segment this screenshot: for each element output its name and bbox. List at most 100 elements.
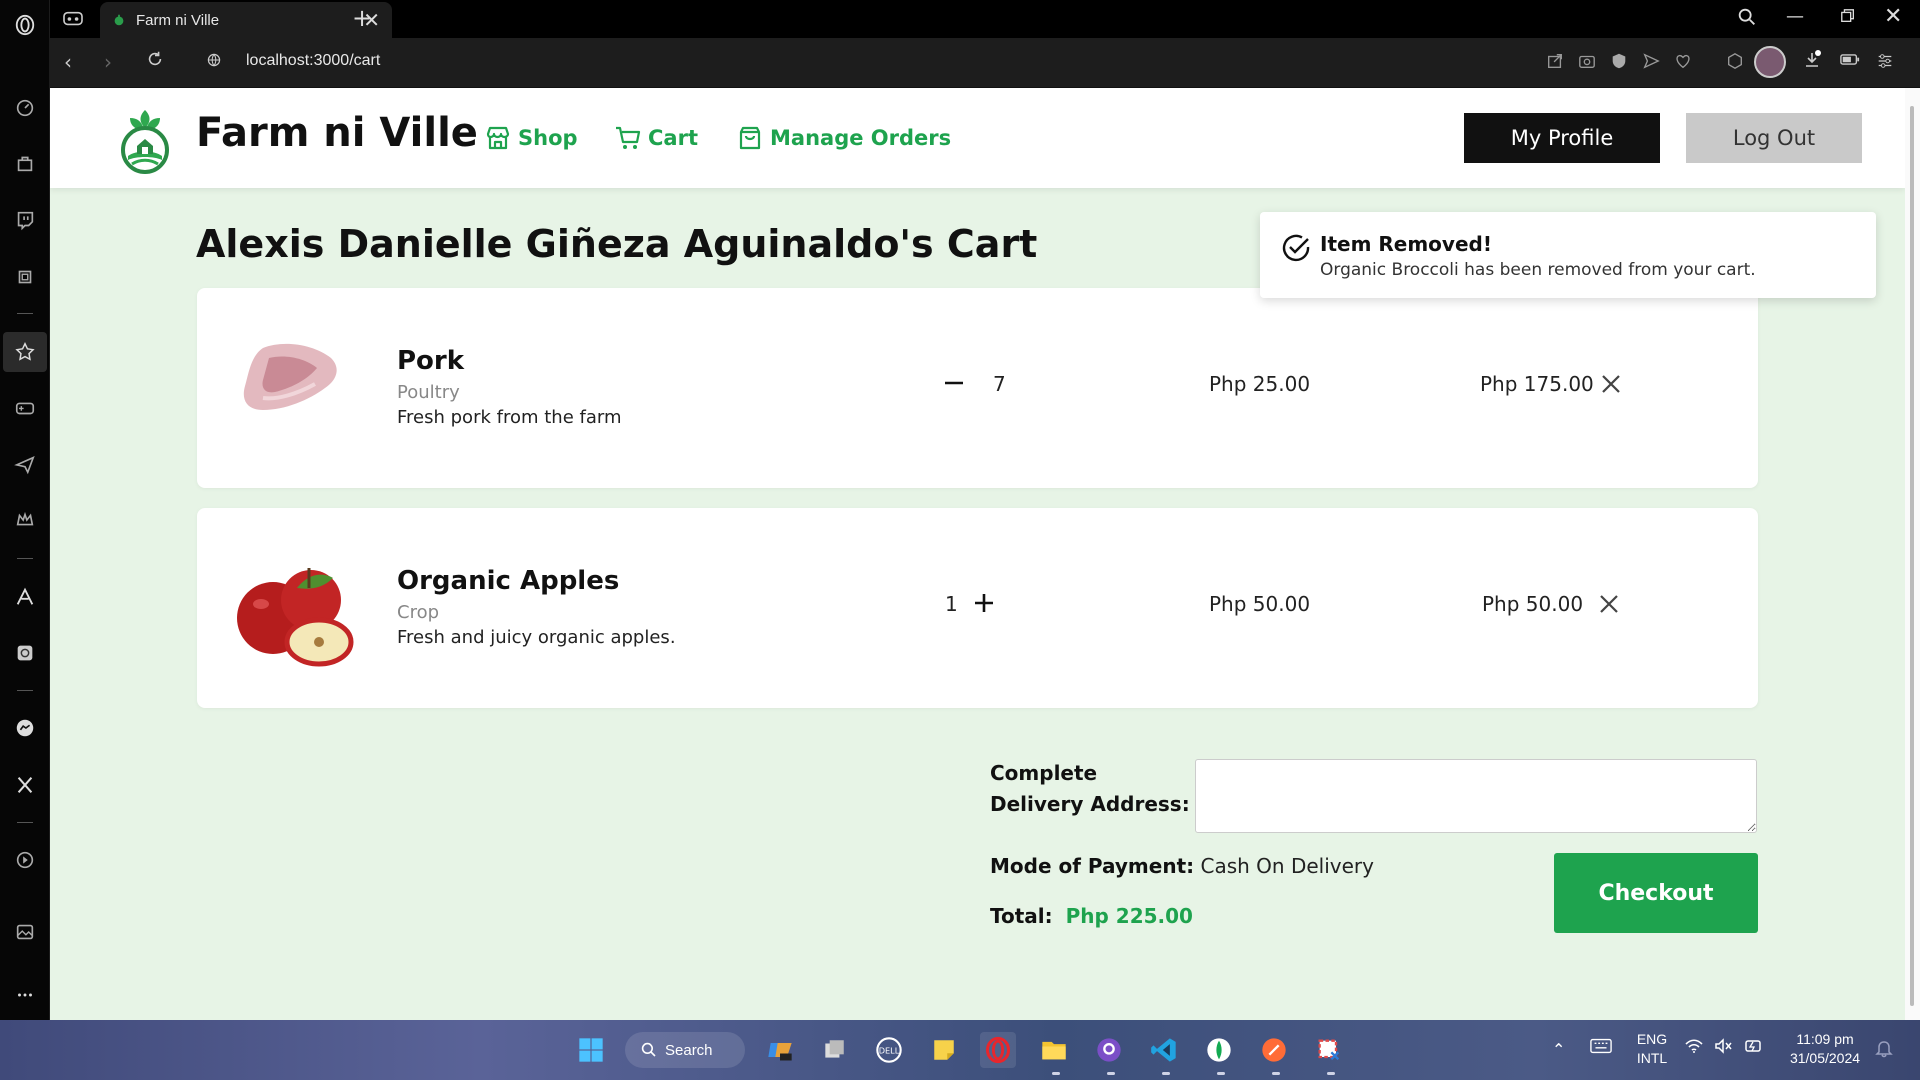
dell-icon[interactable]: DELL (871, 1032, 907, 1068)
unit-price: Php 50.00 (1209, 592, 1311, 616)
chip-icon[interactable] (0, 257, 50, 297)
cart-item-card: Pork Poultry Fresh pork from the farm 7 … (197, 288, 1758, 488)
scrollbar-thumb[interactable] (1910, 106, 1914, 1006)
clock-time: 11:09 pm (1796, 1031, 1854, 1047)
opera-menu-icon[interactable] (0, 5, 50, 45)
item-subtotal: Php 50.00 (1482, 592, 1584, 616)
favicon-icon (114, 14, 124, 26)
avatar[interactable] (1754, 46, 1786, 78)
snipping-tool-icon[interactable] (1311, 1032, 1347, 1068)
more-options-icon[interactable] (0, 975, 50, 1015)
product-name: Organic Apples (397, 566, 620, 596)
payment-mode: Mode of Payment: Cash On Delivery (990, 854, 1374, 878)
wifi-icon[interactable] (1684, 1038, 1704, 1054)
minus-icon (945, 381, 963, 385)
language-indicator[interactable]: ENG INTL (1632, 1030, 1672, 1068)
browser-tab[interactable]: Farm ni Ville ✕ (100, 2, 392, 38)
quantity-value: 1 (945, 592, 958, 616)
increase-quantity-button[interactable] (969, 588, 999, 618)
product-category: Poultry (397, 382, 460, 403)
crown-icon[interactable] (0, 500, 50, 540)
brand-title[interactable]: Farm ni Ville (196, 110, 478, 156)
share-icon[interactable] (1546, 52, 1564, 70)
page-title: Alexis Danielle Giñeza Aguinaldo's Cart (196, 222, 1038, 266)
svg-text:DELL: DELL (879, 1046, 900, 1056)
chevron-up-icon[interactable]: ⌃ (1552, 1040, 1565, 1059)
total-value: Php 225.00 (1065, 904, 1193, 928)
page-viewport: Farm ni Ville Shop Cart Manage Orders My… (50, 88, 1905, 1020)
chatgpt-icon[interactable] (0, 633, 50, 673)
my-profile-button[interactable]: My Profile (1464, 113, 1660, 163)
messenger-icon[interactable] (0, 708, 50, 748)
cart-item-card: Organic Apples Crop Fresh and juicy orga… (197, 508, 1758, 708)
volume-muted-icon[interactable] (1714, 1038, 1734, 1054)
remove-item-button[interactable] (1597, 370, 1625, 398)
keyboard-icon[interactable] (1590, 1038, 1612, 1058)
decrease-quantity-button[interactable] (939, 368, 969, 398)
remove-item-button[interactable] (1595, 590, 1623, 618)
nav-manage-orders-link[interactable]: Manage Orders (736, 124, 951, 152)
close-icon (1602, 375, 1620, 393)
sticky-notes-icon[interactable] (926, 1032, 962, 1068)
checkout-button[interactable]: Checkout (1554, 853, 1758, 933)
favorites-star-icon[interactable] (3, 332, 47, 372)
notification-bell-icon[interactable] (1874, 1038, 1894, 1062)
player-icon[interactable] (0, 840, 50, 880)
opera-taskbar-icon[interactable] (980, 1032, 1016, 1068)
gamepad-icon[interactable] (0, 388, 50, 428)
back-icon[interactable]: ‹ (64, 50, 72, 74)
shopping-bag-icon[interactable] (0, 143, 50, 183)
shopping-bag-icon (739, 126, 761, 150)
x-twitter-icon[interactable] (0, 765, 50, 805)
taskbar-search[interactable]: Search (625, 1032, 745, 1068)
new-tab-icon[interactable]: + (352, 4, 372, 32)
page-scrollbar[interactable] (1905, 88, 1920, 1020)
delivery-address-field[interactable] (1195, 759, 1757, 833)
github-desktop-icon[interactable] (1091, 1032, 1127, 1068)
product-name: Pork (397, 346, 465, 376)
forward-icon[interactable]: › (104, 50, 112, 74)
close-icon (1600, 595, 1618, 613)
battery-charging-icon[interactable] (1744, 1038, 1764, 1054)
battery-saver-icon[interactable] (1840, 52, 1860, 71)
camera-icon[interactable] (1578, 52, 1596, 70)
postman-icon[interactable] (1256, 1032, 1292, 1068)
close-window-icon[interactable]: ✕ (1884, 4, 1902, 29)
speed-dial-icon[interactable] (0, 88, 50, 128)
gallery-icon[interactable] (0, 912, 50, 952)
clock[interactable]: 11:09 pm 31/05/2024 (1782, 1030, 1868, 1068)
heart-icon[interactable] (1674, 52, 1692, 70)
search-tabs-icon[interactable] (1736, 6, 1760, 30)
logout-button[interactable]: Log Out (1686, 113, 1862, 163)
airplane-icon[interactable] (0, 444, 50, 484)
reload-icon[interactable] (146, 50, 166, 70)
task-view-icon[interactable] (816, 1032, 852, 1068)
twitch-icon[interactable] (0, 200, 50, 240)
site-info-icon[interactable] (206, 52, 224, 70)
product-image (223, 538, 363, 678)
product-description: Fresh pork from the farm (397, 407, 622, 428)
workspace-icon[interactable] (62, 10, 84, 28)
nav-shop-link[interactable]: Shop (484, 124, 578, 152)
extensions-icon[interactable] (1726, 52, 1744, 74)
address-bar: ‹ › localhost:3000/cart (50, 38, 1920, 88)
send-icon[interactable] (1642, 52, 1660, 70)
nav-cart-link[interactable]: Cart (614, 124, 698, 152)
running-indicator (1217, 1072, 1225, 1075)
clock-date: 31/05/2024 (1789, 1050, 1861, 1066)
easy-setup-icon[interactable] (1876, 52, 1894, 74)
restore-icon[interactable] (1840, 8, 1858, 26)
copilot-icon[interactable] (762, 1032, 798, 1068)
mongodb-compass-icon[interactable] (1201, 1032, 1237, 1068)
farm-logo-icon[interactable] (118, 104, 172, 176)
search-icon (641, 1042, 656, 1057)
url-field[interactable]: localhost:3000/cart (246, 52, 380, 70)
vscode-icon[interactable] (1146, 1032, 1182, 1068)
windows-start-icon[interactable] (573, 1032, 609, 1068)
minimize-icon[interactable]: — (1786, 6, 1804, 27)
language-code: ENG (1636, 1031, 1668, 1047)
downloads-icon[interactable] (1802, 50, 1822, 74)
shield-icon[interactable] (1610, 52, 1628, 70)
aria-icon[interactable] (0, 577, 50, 617)
file-explorer-icon[interactable] (1036, 1032, 1072, 1068)
